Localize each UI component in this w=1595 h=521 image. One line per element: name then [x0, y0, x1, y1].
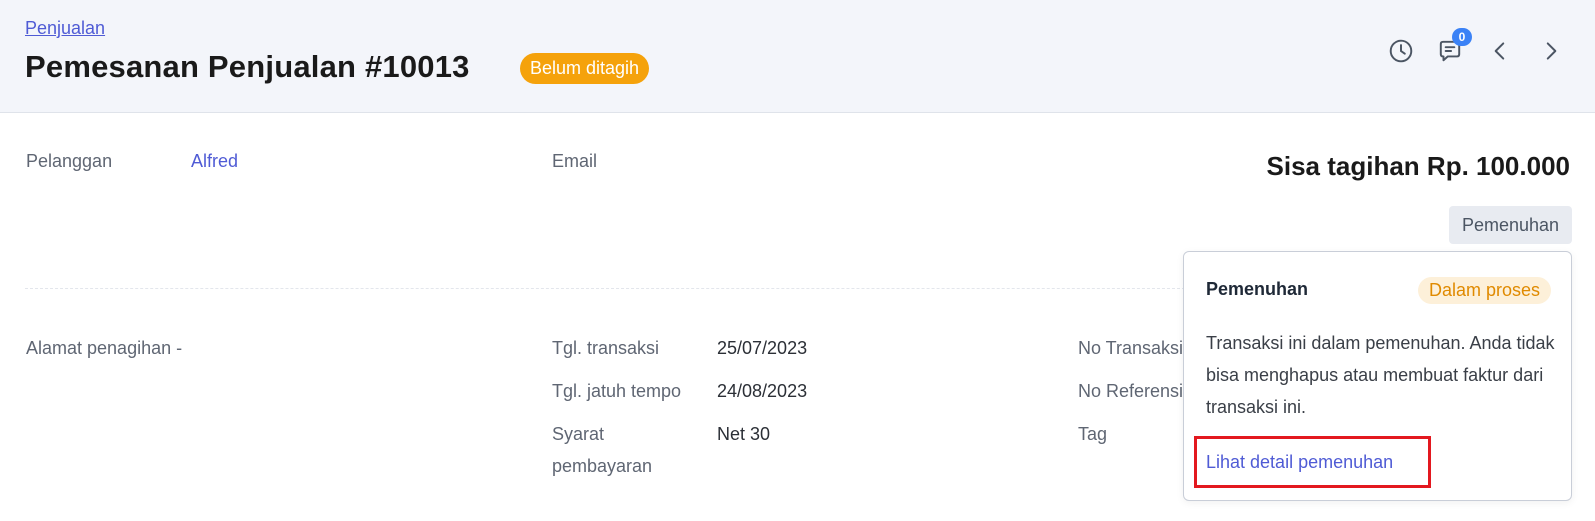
clock-icon [1389, 39, 1413, 63]
transaction-date-value: 25/07/2023 [717, 338, 808, 358]
popover-title: Pemenuhan [1206, 279, 1309, 299]
page-header: Penjualan Pemesanan Penjualan #10013 Bel… [0, 0, 1595, 113]
transaction-no-label: No Transaksi [1078, 338, 1184, 358]
comment-count-badge: 0 [1452, 28, 1472, 46]
chevron-right-icon [1546, 42, 1557, 60]
section-divider [25, 288, 1185, 289]
customer-link[interactable]: Alfred [191, 149, 238, 173]
billing-address-label: Alamat penagihan - [26, 336, 182, 360]
status-badge: Belum ditagih [520, 53, 650, 84]
due-date-label: Tgl. jatuh tempo [552, 381, 682, 401]
breadcrumb-link[interactable]: Penjualan [25, 18, 105, 39]
transaction-date-label: Tgl. transaksi [552, 338, 660, 358]
next-button[interactable] [1536, 36, 1566, 66]
customer-label: Pelanggan [26, 151, 113, 171]
popover-message: Transaksi ini dalam pemenuhan. Anda tida… [1206, 333, 1555, 417]
page-title: Pemesanan Penjualan #10013 [25, 49, 470, 84]
view-fulfillment-detail-link[interactable]: Lihat detail pemenuhan [1194, 436, 1431, 488]
history-button[interactable] [1386, 36, 1416, 66]
payment-terms-label-line1: Syarat [552, 424, 605, 444]
reference-no-label: No Referensi [1078, 381, 1184, 401]
payment-terms-label-line2: pembayaran [552, 456, 653, 476]
chevron-left-icon [1494, 42, 1505, 60]
billing-address-value: - [176, 338, 183, 358]
fulfillment-popover: Pemenuhan Dalam proses Transaksi ini dal… [1183, 251, 1572, 501]
payment-terms-value: Net 30 [717, 424, 771, 444]
billing-address-label-text: Alamat penagihan [26, 338, 172, 358]
previous-button[interactable] [1485, 36, 1515, 66]
due-date-value: 24/08/2023 [717, 381, 808, 401]
fulfillment-button[interactable]: Pemenuhan [1449, 206, 1572, 244]
fulfillment-status-badge: Dalam proses [1417, 277, 1551, 304]
tag-label: Tag [1078, 424, 1108, 444]
remaining-balance: Sisa tagihan Rp. 100.000 [1266, 151, 1570, 181]
email-label: Email [552, 151, 598, 171]
